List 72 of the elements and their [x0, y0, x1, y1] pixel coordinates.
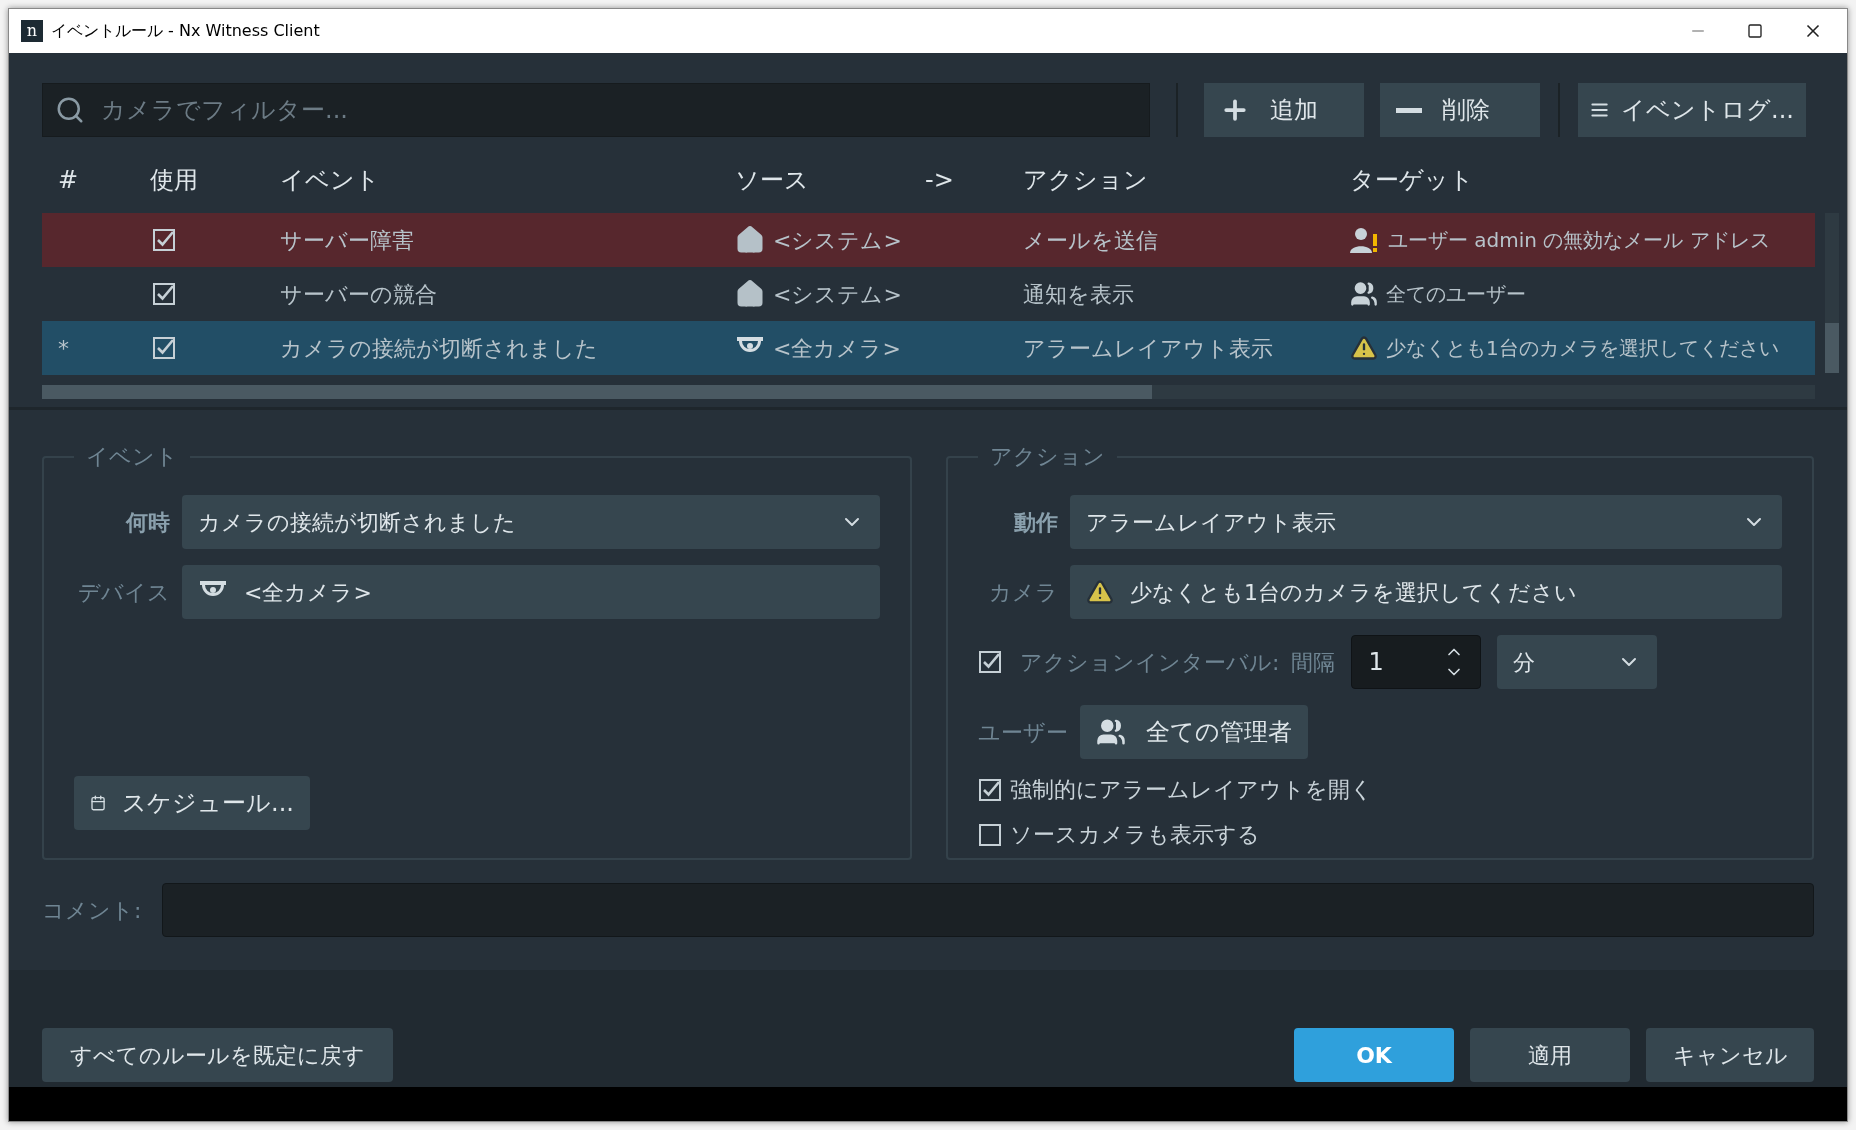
field-label: カメラ — [988, 578, 1058, 607]
warning-icon — [1086, 578, 1114, 606]
checked-checkbox[interactable] — [978, 777, 1002, 802]
horizontal-scrollbar[interactable] — [42, 385, 1815, 399]
search-bar[interactable]: カメラでフィルター... — [42, 83, 1150, 137]
table-cell-text: アラームレイアウト表示 — [1022, 334, 1274, 363]
checked-checkbox[interactable] — [152, 336, 176, 360]
user-warning-icon — [1350, 226, 1380, 254]
interval-label: アクションインターバル: — [1020, 648, 1280, 677]
column-header[interactable]: アクション — [1013, 162, 1340, 198]
interval-spinbox[interactable]: 1 — [1351, 635, 1482, 689]
column-header[interactable]: -> — [915, 162, 1013, 198]
checked-checkbox[interactable] — [978, 650, 1002, 674]
search-icon — [55, 95, 85, 125]
house-icon — [735, 225, 765, 255]
maximize-icon[interactable] — [1747, 23, 1763, 39]
table-cell-text: カメラの接続が切断されました — [279, 334, 599, 363]
checked-checkbox[interactable] — [152, 282, 176, 306]
checkbox[interactable] — [978, 822, 1002, 847]
table-cell-text: 全てのユーザー — [1386, 281, 1526, 308]
window-title: イベントルール - Nx Witness Client — [51, 20, 320, 42]
table-cell-text: <システム> — [773, 280, 902, 309]
event-dropdown[interactable]: カメラの接続が切断されました — [182, 495, 880, 549]
apply-button[interactable]: 適用 — [1470, 1028, 1630, 1082]
column-header[interactable]: 使用 — [140, 162, 270, 198]
users-icon — [1096, 717, 1126, 747]
comment-field[interactable] — [162, 883, 1814, 937]
checkbox-label: ソースカメラも表示する — [1010, 821, 1260, 849]
vertical-scrollbar[interactable] — [1825, 213, 1839, 373]
minus-icon — [1396, 107, 1422, 113]
table-cell-text: サーバー障害 — [279, 226, 415, 255]
table-cell-text: メールを送信 — [1022, 226, 1159, 255]
camera-field[interactable]: 少なくとも1台のカメラを選択してください — [1070, 565, 1782, 619]
group-title: アクション — [989, 443, 1106, 471]
table-cell-text: サーバーの競合 — [279, 280, 438, 309]
column-header[interactable]: イベント — [270, 162, 725, 198]
table-cell-text: <全カメラ> — [773, 334, 901, 363]
table-cell-text: * — [57, 334, 70, 363]
action-dropdown[interactable]: アラームレイアウト表示 — [1070, 495, 1782, 549]
cancel-button[interactable]: キャンセル — [1646, 1028, 1814, 1082]
app-logo: n — [21, 20, 43, 42]
comment-label: コメント: — [42, 896, 143, 925]
unit-dropdown[interactable]: 分 — [1497, 635, 1658, 689]
group-title: イベント — [85, 443, 179, 471]
device-field[interactable]: <全カメラ> — [182, 565, 880, 619]
house-icon — [735, 279, 765, 309]
selected-table-row[interactable]: * カメラの接続が切断されました <全カメラ> アラームレイアウト表示 少なくとも1台のカメラを選択してください — [42, 321, 1815, 375]
table-cell-text: 少なくとも1台のカメラを選択してください — [1386, 335, 1779, 362]
field-label: デバイス — [77, 578, 170, 607]
column-header[interactable]: ソース — [725, 162, 915, 198]
field-label: 何時 — [124, 508, 170, 537]
checked-checkbox[interactable] — [152, 228, 176, 252]
column-header[interactable]: ターゲット — [1340, 162, 1815, 198]
table-cell-text: <システム> — [773, 226, 902, 255]
column-header[interactable]: # — [42, 162, 140, 198]
reset-rules-button[interactable]: すべてのルールを既定に戻す — [42, 1028, 393, 1082]
users-button[interactable]: 全ての管理者 — [1080, 705, 1308, 759]
search-field[interactable]: カメラでフィルター... — [101, 92, 1137, 128]
checkbox-label: 強制的にアラームレイアウトを開く — [1010, 776, 1373, 804]
table-row[interactable]: サーバー障害 <システム> メールを送信 ユーザー admin の無効なメール アドレス — [42, 213, 1815, 267]
add-button[interactable]: 追加 — [1204, 83, 1364, 137]
table-row[interactable]: サーバーの競合 <システム> 通知を表示 全てのユーザー — [42, 267, 1815, 321]
warning-icon — [1350, 334, 1378, 362]
delete-button[interactable]: 削除 — [1380, 83, 1540, 137]
table-cell-text: ユーザー admin の無効なメール アドレス — [1388, 227, 1770, 254]
table-cell-text: 通知を表示 — [1022, 280, 1135, 309]
field-label: 間隔 — [1291, 648, 1336, 677]
field-label: ユーザー — [978, 718, 1068, 747]
schedule-button[interactable]: スケジュール... — [74, 776, 310, 830]
users-icon — [1350, 280, 1378, 308]
event-log-button[interactable]: イベントログ... — [1578, 83, 1806, 137]
field-label: 動作 — [1013, 508, 1058, 537]
